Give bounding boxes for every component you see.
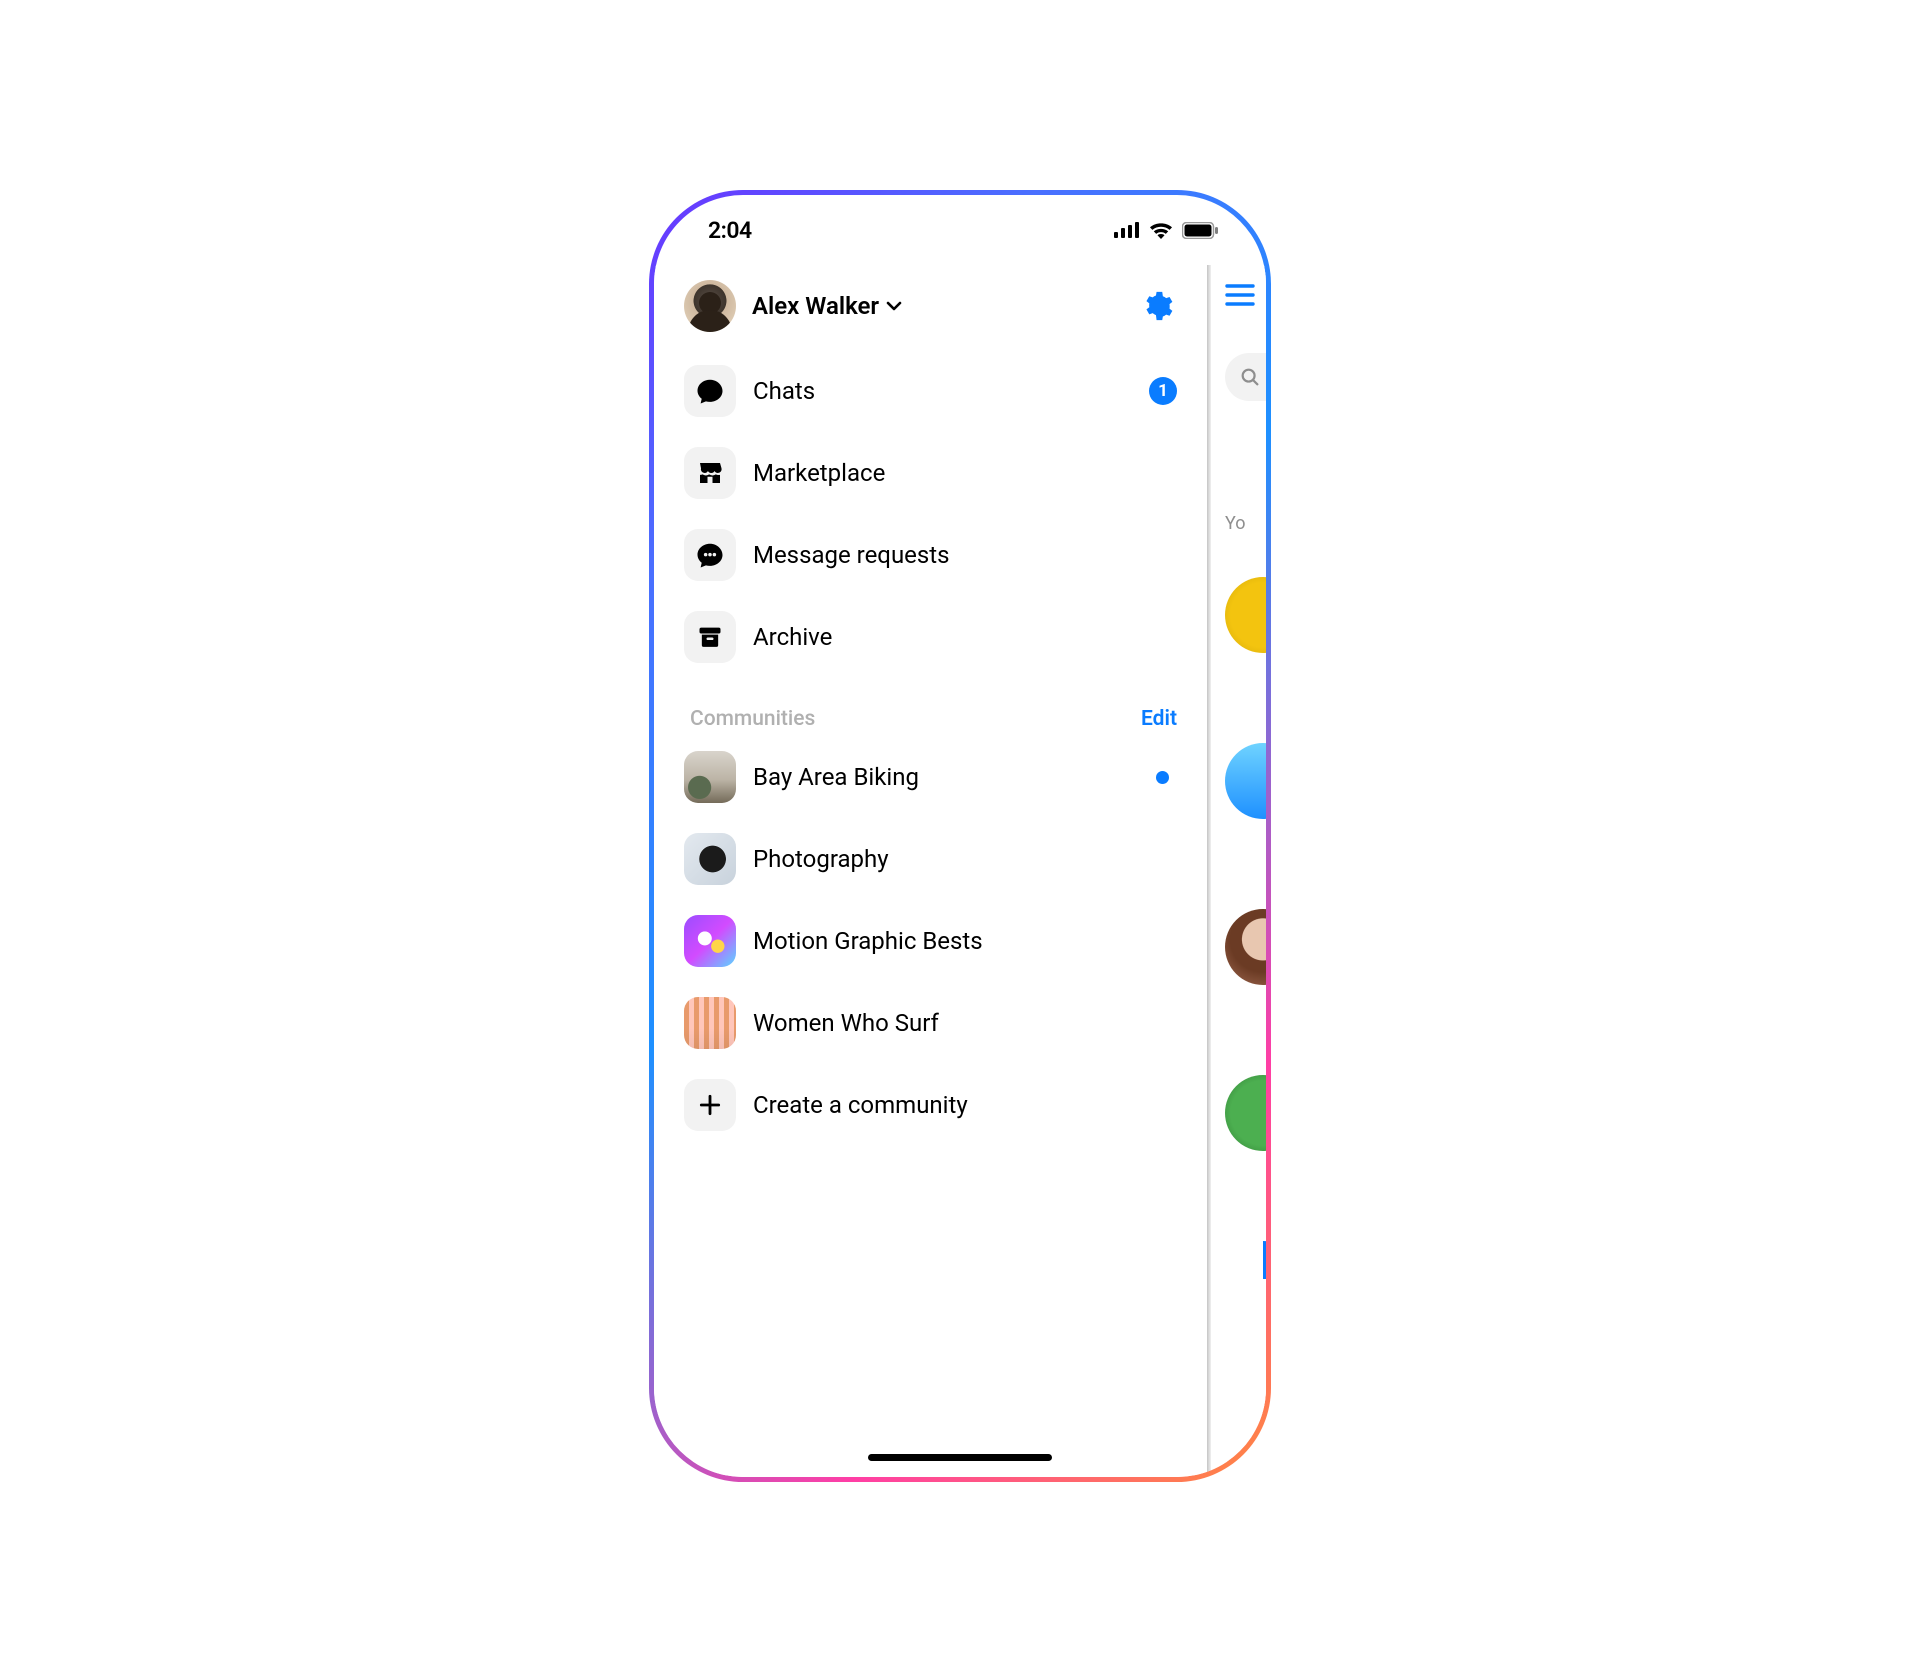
community-item-motion-graphic-bests[interactable]: Motion Graphic Bests — [684, 915, 1177, 967]
community-item-women-who-surf[interactable]: Women Who Surf — [684, 997, 1177, 1049]
hamburger-icon — [1225, 283, 1255, 307]
home-indicator[interactable] — [868, 1454, 1052, 1461]
hamburger-button[interactable] — [1225, 283, 1255, 307]
menu-label: Chats — [753, 377, 815, 405]
communities-title: Communities — [690, 707, 815, 731]
plus-icon — [684, 1079, 736, 1131]
community-avatar — [684, 997, 736, 1049]
screen: 2:04 — [654, 195, 1266, 1477]
message-requests-icon — [684, 529, 736, 581]
chat-avatar[interactable] — [1225, 577, 1266, 653]
community-label: Photography — [753, 845, 889, 873]
community-item-bay-area-biking[interactable]: Bay Area Biking — [684, 751, 1177, 803]
menu-label: Marketplace — [753, 459, 885, 487]
peeked-chat-list[interactable]: Yo — [1207, 265, 1266, 1477]
community-avatar — [684, 833, 736, 885]
unread-dot — [1156, 771, 1169, 784]
edit-button[interactable]: Edit — [1141, 707, 1177, 731]
chat-avatar[interactable] — [1225, 909, 1266, 985]
search-field[interactable] — [1225, 353, 1266, 401]
settings-button[interactable] — [1137, 286, 1177, 326]
gear-icon — [1140, 289, 1174, 323]
status-indicators — [1114, 222, 1218, 239]
community-label: Motion Graphic Bests — [753, 927, 983, 955]
profile-row: Alex Walker — [684, 269, 1177, 343]
status-bar: 2:04 — [654, 195, 1266, 265]
community-avatar — [684, 915, 736, 967]
main-menu: Chats 1 Marketplace — [684, 365, 1177, 663]
menu-item-message-requests[interactable]: Message requests — [684, 529, 1177, 581]
chat-avatar[interactable] — [1225, 1241, 1266, 1317]
story-label: Yo — [1225, 513, 1246, 534]
battery-icon — [1182, 222, 1218, 239]
community-label: Women Who Surf — [753, 1009, 939, 1037]
unread-badge: 1 — [1149, 377, 1177, 405]
community-label: Bay Area Biking — [753, 763, 919, 791]
menu-item-chats[interactable]: Chats 1 — [684, 365, 1177, 417]
profile-name: Alex Walker — [752, 292, 879, 320]
marketplace-icon — [684, 447, 736, 499]
menu-item-marketplace[interactable]: Marketplace — [684, 447, 1177, 499]
chat-avatar[interactable] — [1225, 1075, 1266, 1151]
community-avatar — [684, 751, 736, 803]
profile-switcher[interactable]: Alex Walker — [752, 292, 903, 320]
create-community-button[interactable]: Create a community — [684, 1079, 1177, 1131]
chevron-down-icon — [885, 297, 903, 315]
search-icon — [1239, 366, 1261, 388]
profile-avatar[interactable] — [684, 280, 736, 332]
archive-icon — [684, 611, 736, 663]
cellular-icon — [1114, 222, 1140, 238]
phone-frame: 2:04 — [649, 190, 1271, 1482]
side-panel: Alex Walker — [654, 265, 1207, 1477]
chat-avatar[interactable] — [1225, 743, 1266, 819]
wifi-icon — [1149, 222, 1173, 239]
chat-icon — [684, 365, 736, 417]
community-item-photography[interactable]: Photography — [684, 833, 1177, 885]
menu-item-archive[interactable]: Archive — [684, 611, 1177, 663]
status-time: 2:04 — [708, 217, 752, 244]
menu-label: Message requests — [753, 541, 950, 569]
communities-list: Bay Area Biking Photography Motion Graph… — [684, 751, 1177, 1131]
menu-label: Archive — [753, 623, 832, 651]
create-community-label: Create a community — [753, 1091, 968, 1119]
communities-header: Communities Edit — [684, 707, 1177, 731]
